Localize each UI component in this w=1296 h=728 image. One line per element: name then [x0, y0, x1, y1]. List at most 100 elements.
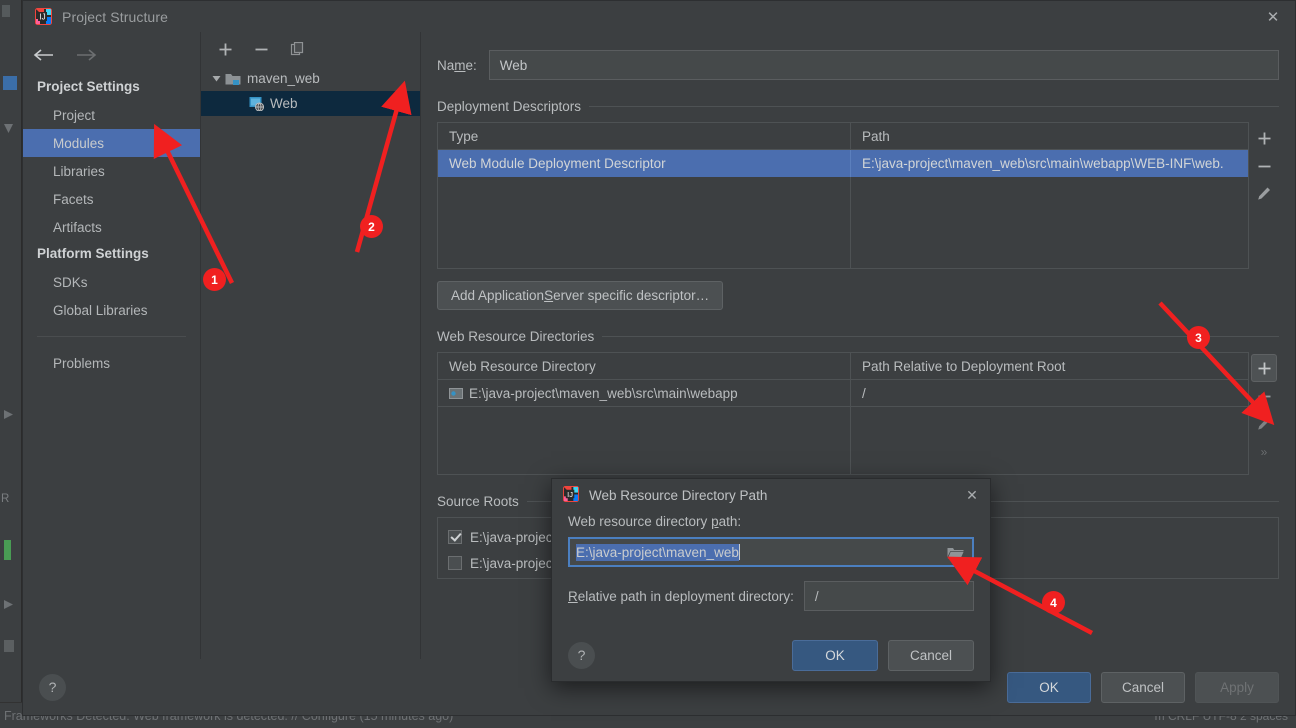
column-header-web-resource-directory[interactable]: Web Resource Directory [438, 353, 850, 379]
modal-cancel-button[interactable]: Cancel [888, 639, 974, 671]
project-tool-icon[interactable] [3, 76, 17, 90]
sidebar-group-platform-settings: Platform Settings [37, 246, 149, 261]
modal-footer: ? OK Cancel [552, 629, 990, 681]
remove-web-resource-button[interactable] [1251, 382, 1277, 410]
column-header-type[interactable]: Type [438, 123, 850, 149]
tool-window-strip[interactable]: R [0, 0, 22, 728]
expand-icon-2[interactable] [4, 600, 13, 609]
edit-web-resource-button[interactable] [1251, 410, 1277, 438]
copy-module-button[interactable] [287, 39, 307, 59]
dialog-footer-buttons: OK Cancel Apply [1007, 671, 1279, 703]
sidebar-item-facets[interactable]: Facets [23, 185, 200, 213]
dialog-title-bar: IJ Project Structure ✕ [23, 1, 1295, 32]
close-icon[interactable]: ✕ [964, 487, 980, 503]
add-app-server-descriptor-button[interactable]: Add Application Server specific descript… [437, 281, 724, 310]
modal-title: Web Resource Directory Path [589, 488, 768, 503]
sidebar-item-label: SDKs [53, 274, 88, 290]
remove-module-button[interactable] [251, 39, 271, 59]
help-button[interactable]: ? [39, 673, 66, 701]
add-descriptor-button[interactable] [1251, 124, 1277, 152]
terminal-icon[interactable] [4, 640, 14, 652]
module-name-value: Web [499, 57, 528, 73]
chevron-down-icon[interactable] [207, 74, 225, 83]
annotation-badge-3: 3 [1187, 326, 1210, 349]
text-caret [738, 544, 740, 560]
apply-button[interactable]: Apply [1195, 671, 1279, 703]
empty-col-path [851, 177, 1248, 268]
web-resource-path-input[interactable]: E:\java-project\maven_web [568, 537, 974, 567]
source-root-checkbox[interactable] [448, 556, 462, 570]
column-header-path[interactable]: Path [851, 123, 1248, 149]
sidebar-item-label: Facets [53, 191, 94, 207]
remove-descriptor-button[interactable] [1251, 152, 1277, 180]
sidebar-item-artifacts[interactable]: Artifacts [23, 213, 200, 241]
descriptor-type-cell: Web Module Deployment Descriptor [449, 156, 666, 171]
ok-button[interactable]: OK [1007, 671, 1091, 703]
web-resource-path-value: E:\java-project\maven_web [576, 543, 739, 561]
modal-ok-button[interactable]: OK [792, 639, 878, 671]
expand-icon[interactable] [4, 410, 13, 419]
web-resources-table-header: Web Resource Directory Path Relative to … [438, 353, 1248, 380]
source-roots-title: Source Roots [437, 494, 519, 509]
empty-col-type [438, 177, 850, 268]
tool-window-label: R [1, 493, 10, 505]
module-folder-icon [225, 72, 241, 86]
arrow-left-icon[interactable] [30, 44, 56, 66]
arrow-right-icon[interactable] [74, 44, 100, 66]
add-module-button[interactable] [215, 39, 235, 59]
dialog-title: Project Structure [62, 8, 168, 25]
column-header-relative-path[interactable]: Path Relative to Deployment Root [851, 353, 1248, 379]
modal-help-button[interactable]: ? [568, 641, 595, 669]
tree-node-maven-web[interactable]: maven_web [201, 66, 420, 91]
sidebar-item-label: Problems [53, 355, 111, 371]
group-divider [589, 106, 1279, 107]
relative-path-value: / [814, 588, 819, 604]
module-name-input[interactable]: Web [488, 50, 1279, 80]
intellij-idea-icon: IJ [35, 8, 52, 25]
source-root-checkbox[interactable] [448, 530, 462, 544]
tree-node-web[interactable]: Web [201, 91, 420, 116]
annotation-badge-4: 4 [1042, 591, 1065, 614]
edit-descriptor-button[interactable] [1251, 180, 1277, 208]
sidebar-item-modules[interactable]: Modules [23, 129, 200, 157]
web-resource-relative-cell: / [862, 385, 866, 401]
tree-node-label: Web [270, 96, 298, 111]
source-root-label: E:\java-projec [470, 529, 553, 545]
table-row[interactable]: Web Module Deployment Descriptor E:\java… [438, 150, 1248, 177]
web-resources-table: Web Resource Directory Path Relative to … [437, 352, 1249, 475]
sidebar-item-sdks[interactable]: SDKs [23, 268, 200, 296]
empty-col-rel [851, 407, 1248, 474]
source-root-label: E:\java-projec [470, 555, 553, 571]
sidebar-item-label: Global Libraries [53, 302, 148, 318]
deployment-table-header: Type Path [438, 123, 1248, 150]
table-empty-area [438, 407, 1248, 474]
annotation-badge-1: 1 [203, 268, 226, 291]
svg-text:IJ: IJ [39, 13, 45, 22]
annotation-badge-2: 2 [360, 215, 383, 238]
tree-node-label: maven_web [247, 71, 320, 86]
menu-hint [2, 5, 10, 17]
cancel-button[interactable]: Cancel [1101, 671, 1185, 703]
sidebar-item-label: Libraries [53, 163, 105, 179]
web-resource-directory-cell: E:\java-project\maven_web\src\main\webap… [438, 380, 850, 406]
collapse-icon[interactable] [4, 124, 13, 133]
relative-path-row: Relative path in deployment directory: / [568, 581, 974, 611]
sidebar-item-label: Modules [53, 135, 105, 151]
module-name-row: Name: Web [437, 50, 1279, 80]
sidebar-item-libraries[interactable]: Libraries [23, 157, 200, 185]
table-row[interactable]: E:\java-project\maven_web\src\main\webap… [438, 380, 1248, 407]
modal-title-bar: IJ Web Resource Directory Path ✕ [552, 479, 990, 512]
deployment-descriptors-group-label: Deployment Descriptors [437, 99, 1279, 114]
add-web-resource-button[interactable] [1251, 354, 1277, 382]
close-icon[interactable]: ✕ [1251, 1, 1295, 32]
folder-browse-icon[interactable] [947, 545, 964, 560]
sidebar-item-global-libraries[interactable]: Global Libraries [23, 296, 200, 324]
modal-footer-buttons: OK Cancel [792, 639, 974, 671]
web-resource-directories-group-label: Web Resource Directories [437, 329, 1279, 344]
relative-path-input[interactable]: / [803, 581, 974, 611]
more-options-button[interactable]: » [1251, 438, 1277, 466]
web-resource-directory-path-dialog: IJ Web Resource Directory Path ✕ Web res… [551, 478, 991, 682]
sidebar-item-problems[interactable]: Problems [23, 349, 200, 377]
sidebar-divider [37, 336, 186, 337]
sidebar-item-project[interactable]: Project [23, 101, 200, 129]
